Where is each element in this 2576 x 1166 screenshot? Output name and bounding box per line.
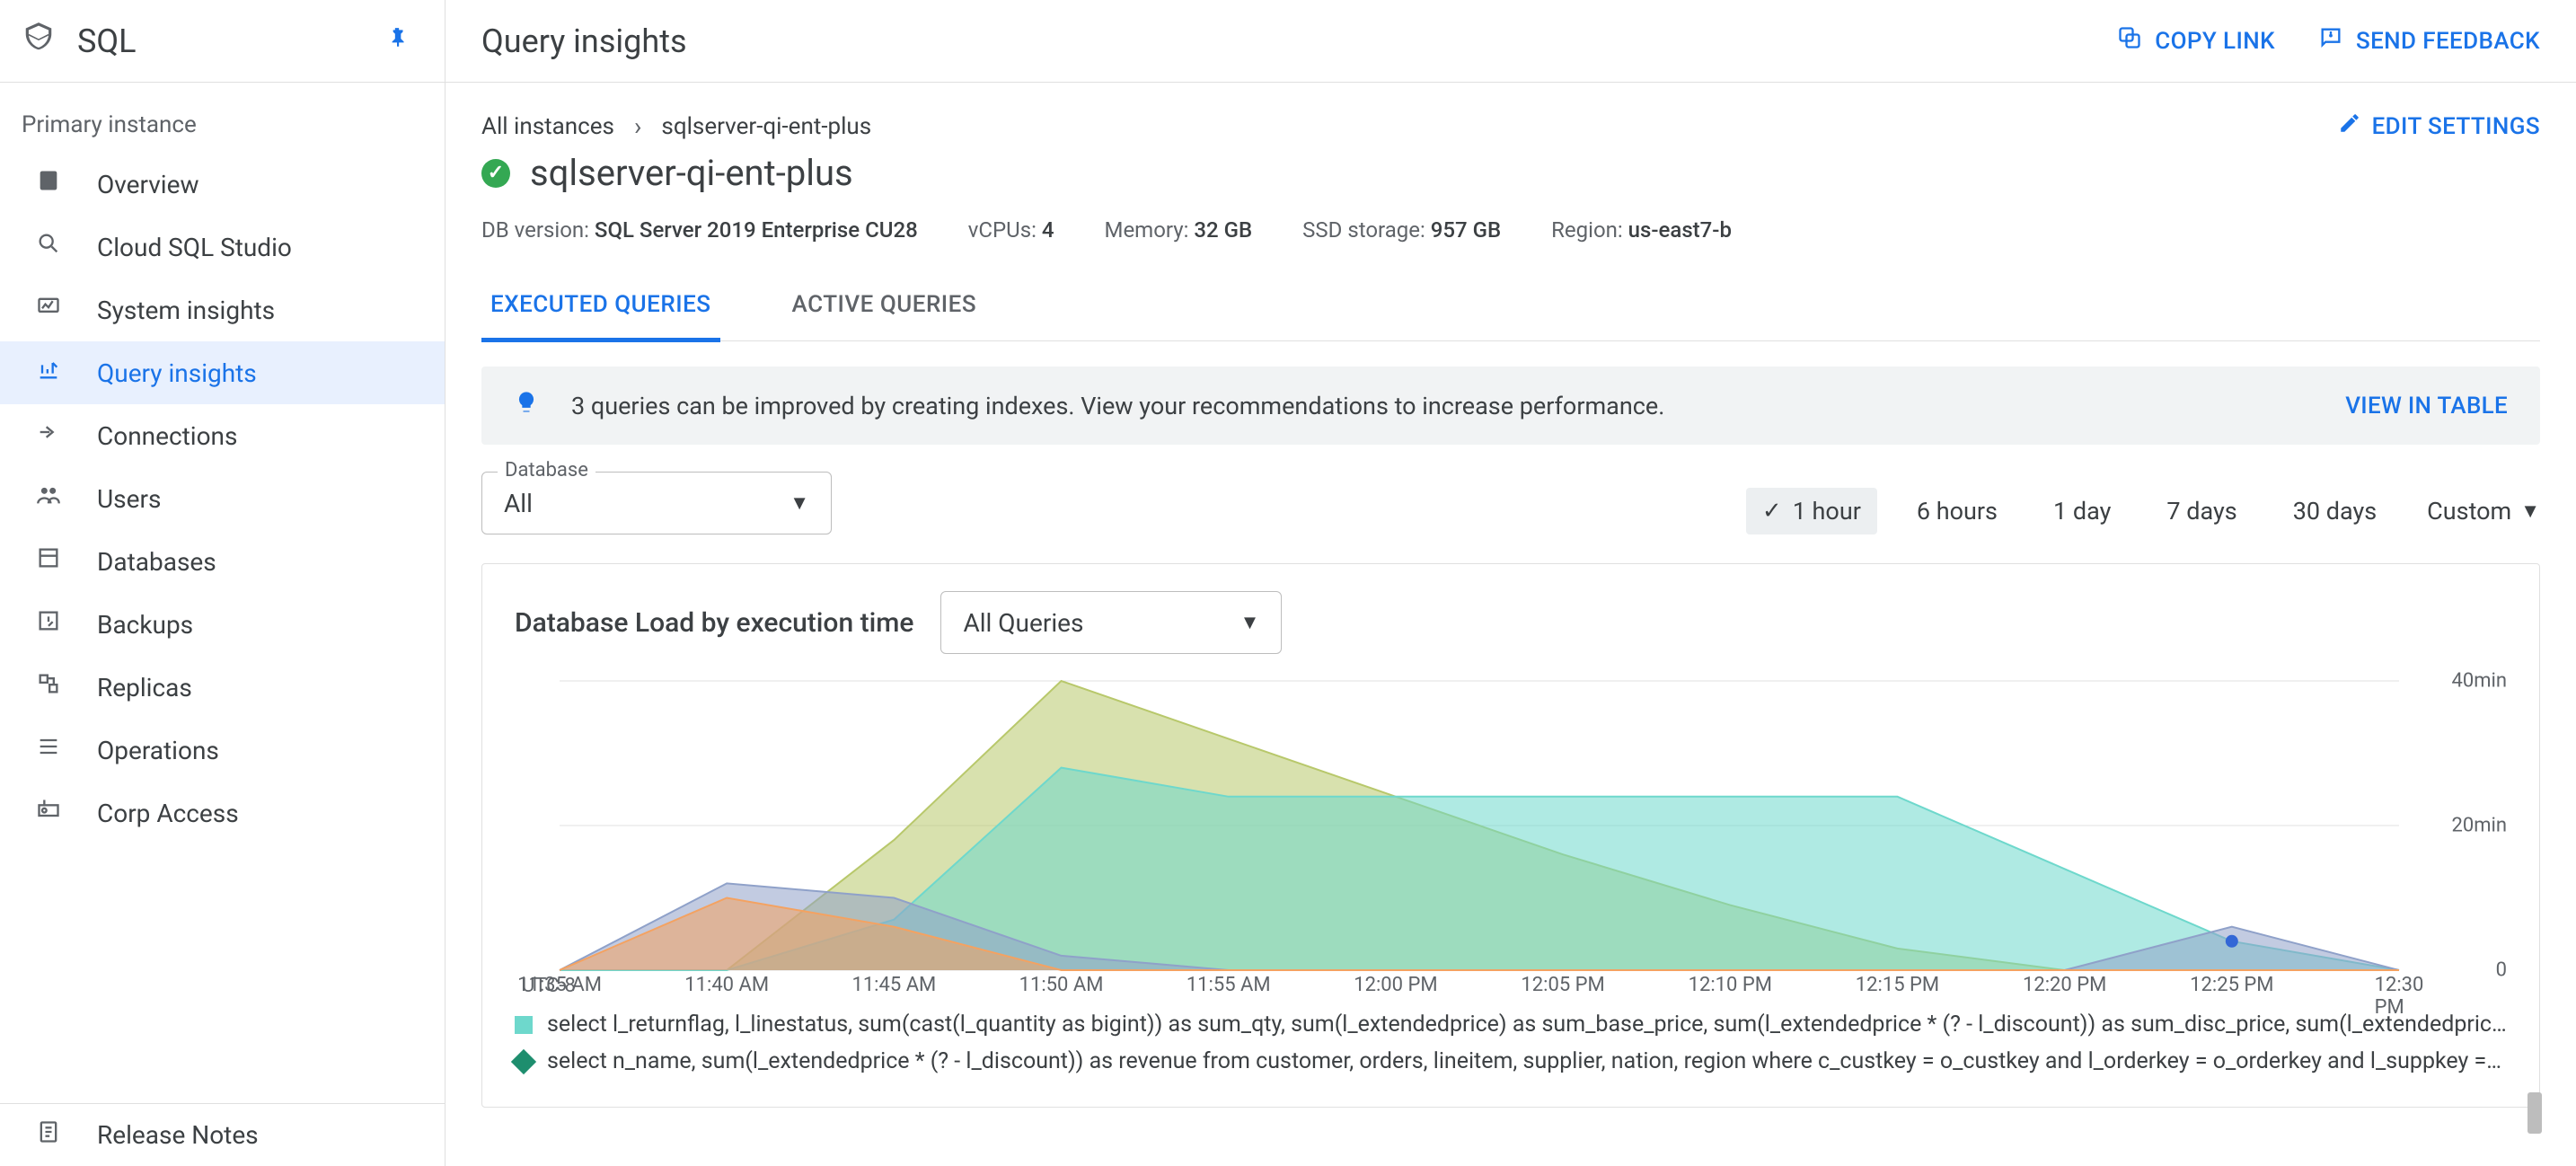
chart-x-tick: 12:05 PM <box>1521 974 1604 996</box>
nav-overview[interactable]: Overview <box>0 153 445 216</box>
chart-card: Database Load by execution time All Quer… <box>481 563 2540 1108</box>
legend-item[interactable]: select n_name, sum(l_extendedprice * (? … <box>515 1043 2507 1080</box>
chart-tz-label: UTC-8 <box>522 975 576 997</box>
nav-users[interactable]: Users <box>0 467 445 530</box>
legend-swatch-icon <box>515 1016 533 1034</box>
chart-x-tick: 11:50 AM <box>1019 974 1104 996</box>
nav-query-insights[interactable]: Query insights <box>0 341 445 404</box>
tab-executed-queries[interactable]: EXECUTED QUERIES <box>481 291 720 342</box>
chart-x-tick: 11:55 AM <box>1187 974 1271 996</box>
backups-icon <box>32 608 65 640</box>
instance-meta: DB version: SQL Server 2019 Enterprise C… <box>481 217 2540 243</box>
send-feedback-button[interactable]: SEND FEEDBACK <box>2318 25 2540 57</box>
operations-icon <box>32 734 65 766</box>
chart-x-tick: 12:25 PM <box>2190 974 2273 996</box>
instance-name: sqlserver-qi-ent-plus <box>530 152 853 194</box>
time-range-7days[interactable]: 7 days <box>2150 488 2253 534</box>
database-select-label: Database <box>498 459 595 481</box>
page-title: Query insights <box>481 22 687 60</box>
chart-x-tick: 12:10 PM <box>1689 974 1772 996</box>
chart-x-tick: 11:45 AM <box>851 974 936 996</box>
time-range-1day[interactable]: 1 day <box>2037 488 2127 534</box>
edit-settings-button[interactable]: EDIT SETTINGS <box>2338 111 2540 141</box>
breadcrumb-current: sqlserver-qi-ent-plus <box>661 113 871 140</box>
feedback-icon <box>2318 25 2343 57</box>
brand-product: SQL <box>77 22 137 60</box>
legend-text: select l_returnflag, l_linestatus, sum(c… <box>547 1011 2507 1038</box>
chart-x-tick: 12:20 PM <box>2023 974 2106 996</box>
legend-swatch-icon <box>511 1048 536 1073</box>
chart-x-tick: 12:00 PM <box>1354 974 1437 996</box>
copy-link-button[interactable]: COPY LINK <box>2117 25 2275 57</box>
chevron-down-icon: ▼ <box>2520 499 2540 523</box>
query-tabs: EXECUTED QUERIES ACTIVE QUERIES <box>481 291 2540 341</box>
connections-icon <box>32 420 65 452</box>
banner-text: 3 queries can be improved by creating in… <box>571 392 1664 420</box>
status-ok-icon: ✓ <box>481 159 510 188</box>
chart-x-tick: 11:40 AM <box>684 974 769 996</box>
chart-legend: select l_returnflag, l_linestatus, sum(c… <box>515 1006 2507 1080</box>
recommendation-banner: 3 queries can be improved by creating in… <box>481 367 2540 445</box>
chart-x-tick: 12:15 PM <box>1856 974 1939 996</box>
tab-active-queries[interactable]: ACTIVE QUERIES <box>783 291 986 342</box>
chevron-down-icon: ▼ <box>1240 611 1260 634</box>
chart-filter-select[interactable]: All Queries ▼ <box>940 591 1282 654</box>
chart-title: Database Load by execution time <box>515 607 913 639</box>
chevron-right-icon: › <box>634 111 641 141</box>
check-icon: ✓ <box>1762 498 1782 525</box>
chart-svg <box>515 677 2507 1001</box>
breadcrumb-root[interactable]: All instances <box>481 113 614 140</box>
nav-system-insights[interactable]: System insights <box>0 278 445 341</box>
chart-y-tick: 0 <box>2496 959 2507 982</box>
legend-item[interactable]: select l_returnflag, l_linestatus, sum(c… <box>515 1006 2507 1043</box>
lightbulb-icon <box>514 390 539 421</box>
release-notes-icon <box>32 1119 65 1152</box>
chart-icon <box>32 357 65 389</box>
breadcrumb: All instances › sqlserver-qi-ent-plus ED… <box>481 111 2540 141</box>
legend-text: select n_name, sum(l_extendedprice * (? … <box>547 1048 2507 1074</box>
replicas-icon <box>32 671 65 703</box>
nav-connections[interactable]: Connections <box>0 404 445 467</box>
search-icon <box>32 231 65 263</box>
monitor-icon <box>32 294 65 326</box>
overview-icon <box>32 168 65 200</box>
time-range-30days[interactable]: 30 days <box>2277 488 2393 534</box>
chevron-down-icon: ▼ <box>790 491 809 515</box>
pencil-icon <box>2338 111 2361 141</box>
corp-access-icon <box>32 797 65 829</box>
view-in-table-link[interactable]: VIEW IN TABLE <box>2345 393 2508 420</box>
time-range-custom[interactable]: Custom ▼ <box>2416 497 2540 526</box>
sidebar: Primary instance Overview Cloud SQL Stud… <box>0 83 446 1166</box>
database-select[interactable]: Database All ▼ <box>481 472 832 534</box>
nav-cloud-sql-studio[interactable]: Cloud SQL Studio <box>0 216 445 278</box>
time-range-1hour[interactable]: ✓1 hour <box>1746 488 1877 534</box>
nav-backups[interactable]: Backups <box>0 593 445 656</box>
nav-corp-access[interactable]: Corp Access <box>0 782 445 844</box>
sql-product-icon <box>22 20 56 62</box>
main-content: All instances › sqlserver-qi-ent-plus ED… <box>446 83 2576 1166</box>
databases-icon <box>32 545 65 578</box>
chart-x-tick: 12:30 PM <box>2375 974 2424 1019</box>
chart-y-tick: 40min <box>2451 670 2507 693</box>
nav-release-notes[interactable]: Release Notes <box>0 1103 445 1166</box>
nav-operations[interactable]: Operations <box>0 719 445 782</box>
chart-area[interactable]: 020min40min 11:35 AM11:40 AM11:45 AM11:5… <box>515 677 2507 1001</box>
nav-databases[interactable]: Databases <box>0 530 445 593</box>
users-icon <box>32 482 65 515</box>
sidebar-section-label: Primary instance <box>0 83 445 153</box>
pin-icon[interactable] <box>385 26 409 56</box>
legend-scrollbar[interactable] <box>2527 1092 2542 1134</box>
copy-link-icon <box>2117 25 2142 57</box>
time-range-selector: ✓1 hour 6 hours 1 day 7 days 30 days Cus… <box>1746 488 2540 534</box>
time-range-6hours[interactable]: 6 hours <box>1901 488 2014 534</box>
nav-replicas[interactable]: Replicas <box>0 656 445 719</box>
chart-y-tick: 20min <box>2451 815 2507 837</box>
